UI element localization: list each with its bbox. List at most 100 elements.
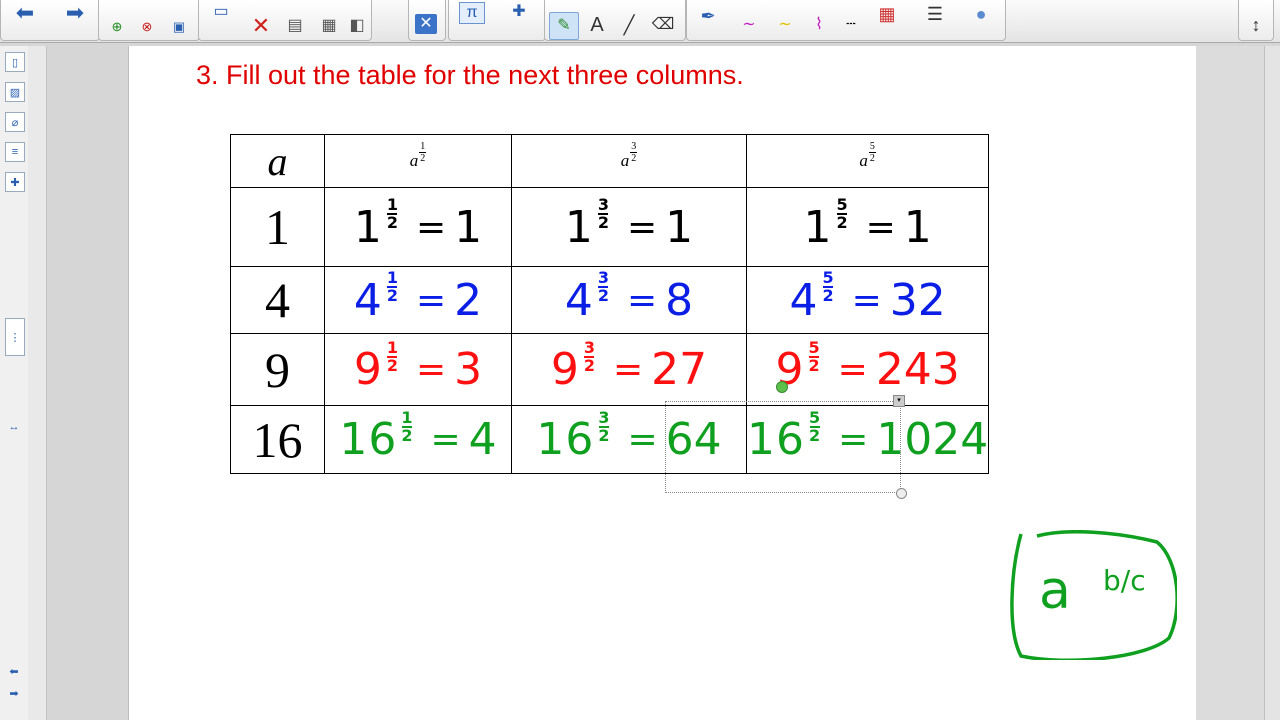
entry-exponent: 32 — [598, 197, 609, 231]
table-cell: 4 5 2 = 32 — [745, 266, 990, 334]
entry-base: 9 — [353, 344, 383, 395]
prev-page-icon[interactable]: ⬅ — [5, 662, 23, 680]
entry-denominator: 2 — [808, 355, 820, 375]
select-icon[interactable]: ✎ — [549, 12, 579, 40]
new-page-icon[interactable]: ⊕ — [107, 16, 127, 36]
handwritten-entry: 9 5 2 = 243 — [776, 337, 960, 395]
entry-result: 2 — [454, 274, 483, 326]
delete-icon[interactable]: ✕ — [249, 14, 273, 38]
annotation-outline — [1010, 530, 1177, 660]
entry-numerator: 5 — [808, 337, 820, 357]
equals-sign: = — [415, 206, 447, 248]
entry-result: 1 — [454, 201, 483, 253]
exp-numerator: 3 — [631, 141, 637, 152]
entry-denominator: 2 — [598, 425, 610, 445]
resize-handle-icon[interactable]: ↔ — [5, 418, 23, 436]
color-palette-icon[interactable]: ▦ — [875, 2, 899, 26]
screen-share-icon[interactable]: ▭ — [209, 2, 233, 22]
pen-black-dash-icon[interactable]: ┄ — [837, 14, 865, 36]
table-row: 9 9 1 2 = 3 9 3 2 = 27 9 5 2 = 243 — [230, 333, 990, 406]
entry-exponent: 32 — [598, 409, 610, 445]
close-box-icon[interactable]: ✕ — [415, 14, 437, 34]
entry-exponent: 12 — [386, 268, 398, 305]
gallery-icon[interactable]: ▨ — [5, 82, 25, 102]
table-cell: 9 5 2 = 243 — [745, 333, 990, 406]
table-cell: 4 3 2 = 8 — [511, 266, 747, 334]
entry-exponent: 52 — [822, 268, 834, 304]
fill-icon[interactable]: ◧ — [347, 14, 367, 38]
side-tab-bar: ▯ ▨ ⌀ ≡ ✚ ⋮ ↔ ⬅ ➡ — [0, 46, 29, 720]
equals-sign: = — [837, 349, 868, 390]
line-icon[interactable]: ╱ — [617, 12, 641, 38]
more-icon[interactable]: ↕ — [1245, 14, 1267, 36]
header-power: a32 — [621, 141, 638, 171]
ink-selection-box[interactable] — [665, 401, 901, 493]
circled-annotation[interactable]: a b/c — [1007, 530, 1177, 660]
rotate-handle[interactable] — [776, 381, 788, 393]
object-menu-handle[interactable]: ▾ — [893, 395, 905, 407]
pi-label: π — [466, 4, 478, 21]
entry-base: 1 — [353, 201, 383, 253]
side-panel-scroll[interactable] — [28, 46, 47, 720]
entry-numerator: 1 — [386, 268, 398, 287]
page-sorter-icon[interactable]: ▯ — [5, 52, 25, 72]
eraser-icon[interactable]: ⌫ — [649, 12, 677, 38]
entry-result: 8 — [665, 274, 694, 326]
add-ons-icon[interactable]: ✚ — [5, 172, 25, 192]
table-icon[interactable]: ▦ — [317, 14, 341, 38]
pen-yellow-icon[interactable]: ∼ — [771, 14, 799, 36]
next-page-icon[interactable]: ➡ — [5, 684, 23, 702]
handwritten-entry: 9 1 2 = 3 — [353, 337, 482, 395]
resize-handle[interactable] — [896, 488, 907, 499]
attachments-icon[interactable]: ⌀ — [5, 112, 25, 132]
entry-base: 1 — [803, 201, 833, 253]
entry-numerator: 5 — [836, 195, 848, 214]
handwritten-entry: 4 1 2 = 2 — [354, 270, 483, 326]
pen-magenta-dash-icon[interactable]: ⌇ — [805, 14, 833, 36]
entry-exponent: 52 — [808, 337, 820, 375]
pen-magenta-icon[interactable]: ∼ — [735, 14, 763, 36]
table-cell: 16 1 2 = 4 — [324, 405, 512, 474]
screen-shade-icon[interactable]: ▤ — [283, 14, 307, 38]
equals-sign: = — [430, 419, 461, 460]
entry-result: 243 — [875, 344, 960, 395]
properties-icon[interactable]: ≡ — [5, 142, 25, 162]
add-on-icon[interactable]: ✚ — [507, 2, 531, 22]
line-style-icon[interactable]: ☰ — [923, 2, 947, 26]
table-cell: 1 5 2 = 1 — [745, 187, 990, 267]
handwritten-entry: 4 3 2 = 8 — [565, 270, 694, 326]
save-icon[interactable]: ▣ — [169, 16, 189, 36]
toolbar-group-draw: ✎ A ╱ ⌫ — [544, 0, 686, 41]
entry-exponent: 52 — [836, 195, 848, 231]
toolbar-group-nav: ⬅ ➡ — [0, 0, 100, 41]
toolbar-group-tools: ▭ ✕ ▤ ▦ ◧ — [198, 0, 372, 41]
entry-base: 16 — [339, 414, 398, 465]
entry-base: 4 — [789, 274, 819, 326]
math-icon[interactable]: π — [459, 2, 485, 24]
right-scrollbar[interactable] — [1264, 46, 1280, 720]
back-arrow-icon[interactable]: ⬅ — [11, 2, 39, 24]
page-title: 3. Fill out the table for the next three… — [196, 60, 744, 90]
text-icon[interactable]: A — [585, 12, 609, 38]
entry-base: 9 — [550, 344, 580, 395]
header-base: a — [409, 151, 419, 170]
entry-denominator: 2 — [597, 286, 609, 305]
exp-denominator: 2 — [631, 153, 637, 164]
collapse-handle-icon[interactable]: ⋮ — [5, 318, 25, 356]
entry-numerator: 5 — [822, 268, 834, 287]
row-label: 1 — [230, 187, 325, 267]
delete-page-icon[interactable]: ⊗ — [137, 16, 157, 36]
handwritten-entry: 1 5 2 = 1 — [803, 197, 931, 253]
entry-numerator: 1 — [386, 337, 398, 357]
entry-denominator: 2 — [386, 286, 398, 305]
entry-exponent: 12 — [386, 337, 398, 373]
fill-style-icon[interactable]: ● — [969, 2, 993, 26]
forward-arrow-icon[interactable]: ➡ — [61, 2, 89, 24]
header-exponent: 52 — [868, 141, 876, 164]
toolbar-group-more: ↕ — [1238, 0, 1274, 41]
entry-base: 1 — [564, 201, 594, 253]
table-header-row: a a12 a32 a52 — [230, 134, 990, 188]
main-toolbar: ⬅ ➡ ⊕ ⊗ ▣ ▭ ✕ ▤ ▦ ◧ ✕ π ✚ ✎ A ╱ ⌫ ✒ ∼ ∼ … — [0, 0, 1280, 43]
header-exponent: 12 — [419, 141, 427, 164]
creative-pen-icon[interactable]: ✒ — [695, 4, 721, 28]
